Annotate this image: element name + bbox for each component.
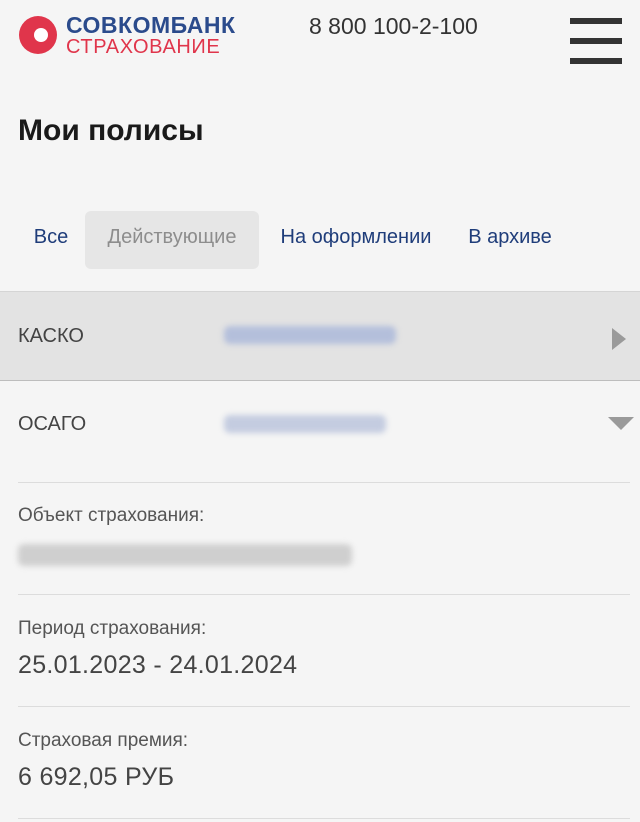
policy-tabs: Все Действующие На оформлении В архиве: [0, 211, 640, 269]
logo[interactable]: СОВКОМБАНК СТРАХОВАНИЕ: [18, 12, 258, 60]
policy-row-osago[interactable]: ОСАГО: [0, 380, 640, 472]
divider: [18, 818, 630, 819]
divider: [18, 706, 630, 707]
policy-type-label: ОСАГО: [18, 413, 87, 435]
phone-number[interactable]: 8 800 100-2-100: [309, 13, 478, 40]
divider: [18, 594, 630, 595]
tab-in-progress[interactable]: На оформлении: [266, 211, 446, 269]
menu-bar: [570, 38, 622, 44]
object-label: Объект страхования:: [18, 505, 205, 526]
menu-bar: [570, 58, 622, 64]
tab-archive[interactable]: В архиве: [454, 211, 566, 269]
period-value: 25.01.2023 - 24.01.2024: [18, 651, 298, 679]
chevron-down-icon[interactable]: [608, 417, 634, 430]
premium-label: Страховая премия:: [18, 730, 189, 751]
header: СОВКОМБАНК СТРАХОВАНИЕ 8 800 100-2-100: [0, 0, 640, 90]
object-value-redacted: [18, 544, 352, 566]
policy-number-redacted: [224, 326, 396, 344]
premium-value: 6 692,05 РУБ: [18, 763, 175, 791]
period-label: Период страхования:: [18, 618, 207, 639]
divider: [18, 482, 630, 483]
page-title: Мои полисы: [18, 114, 204, 147]
tab-all[interactable]: Все: [18, 211, 84, 269]
tab-active[interactable]: Действующие: [85, 211, 259, 269]
menu-bar: [570, 18, 622, 24]
hamburger-menu-icon[interactable]: [570, 18, 622, 64]
logo-icon: [19, 16, 57, 54]
policy-type-label: КАСКО: [18, 325, 84, 347]
policy-number-redacted: [224, 415, 386, 433]
logo-line2: СТРАХОВАНИЕ: [66, 36, 221, 58]
chevron-right-icon[interactable]: [612, 328, 626, 350]
policy-row-kasko[interactable]: КАСКО: [0, 291, 640, 381]
